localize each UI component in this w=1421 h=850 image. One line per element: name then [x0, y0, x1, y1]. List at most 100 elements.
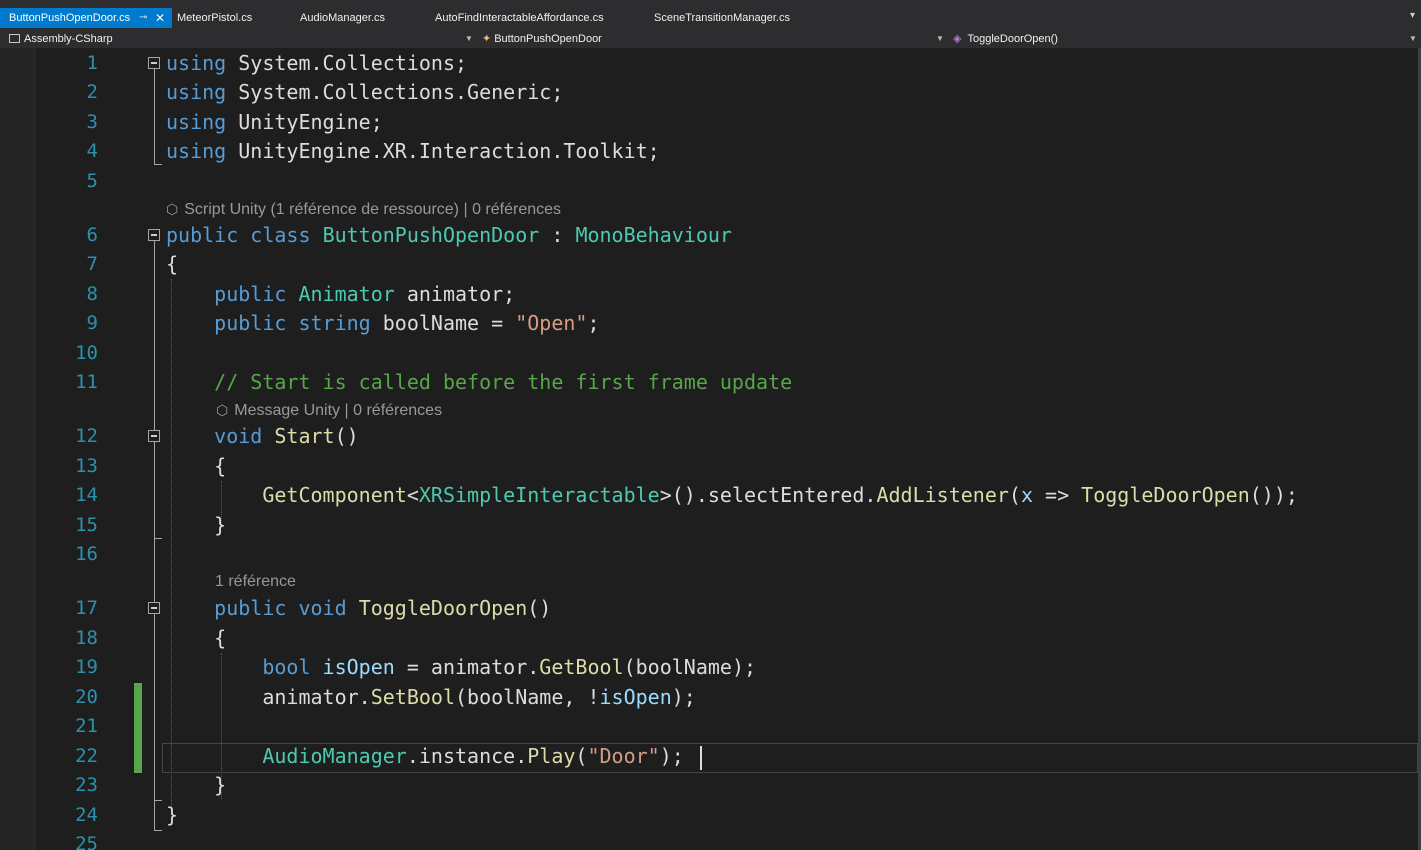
codelens-class-resource[interactable]: Script Unity (1 référence de ressource) — [184, 201, 459, 218]
code-token: System.Collections.Generic; — [226, 80, 564, 104]
code-token: ( — [1008, 483, 1021, 507]
code-token: // Start is called before the first fram… — [214, 370, 793, 394]
project-chevron-down-icon[interactable]: ▼ — [465, 30, 473, 48]
code-token: public — [214, 596, 287, 620]
code-token: ( — [575, 744, 588, 768]
code-line[interactable]: public Animator animator; — [166, 279, 515, 309]
code-token: (boolName); — [623, 655, 757, 679]
tab-scenetransitionmanager[interactable]: SceneTransitionManager.cs — [654, 8, 790, 28]
code-line[interactable]: using System.Collections; — [166, 48, 467, 78]
code-line[interactable]: using System.Collections.Generic; — [166, 77, 563, 107]
line-number: 7 — [86, 253, 98, 275]
codelens-separator: | — [463, 201, 468, 218]
code-token: = animator. — [394, 655, 540, 679]
code-token: Play — [527, 744, 576, 768]
tab-overflow-chevron-icon[interactable]: ▾ — [1410, 10, 1415, 21]
line-number: 23 — [75, 774, 98, 796]
tab-buttonpushopendoor[interactable]: ButtonPushOpenDoor.cs ⊸ ✕ — [0, 8, 172, 28]
code-line[interactable]: public class ButtonPushOpenDoor : MonoBe… — [166, 220, 732, 250]
code-line[interactable]: GetComponent<XRSimpleInteractable>().sel… — [166, 480, 1298, 510]
code-line[interactable]: } — [166, 800, 178, 830]
code-line[interactable]: AudioManager.instance.Play("Door"); — [166, 741, 683, 771]
code-token: MonoBehaviour — [575, 223, 732, 247]
project-dropdown[interactable]: Assembly-CSharp — [9, 30, 113, 48]
collapse-toggledooropen-icon[interactable] — [148, 602, 160, 614]
code-line[interactable]: // Start is called before the first fram… — [166, 367, 792, 397]
line-number: 9 — [86, 312, 98, 334]
code-line[interactable]: using UnityEngine; — [166, 107, 383, 137]
line-number: 18 — [75, 627, 98, 649]
code-token: { — [166, 454, 227, 478]
codelens-class-references[interactable]: 0 références — [472, 201, 561, 218]
close-icon[interactable]: ✕ — [155, 8, 165, 28]
code-token: SetBool — [370, 685, 455, 709]
code-token: "Door" — [587, 744, 660, 768]
collapse-start-icon[interactable] — [148, 430, 160, 442]
code-token: x — [1020, 483, 1033, 507]
code-token: Animator — [298, 282, 395, 306]
codelens-class[interactable]: ⬡ Script Unity (1 référence de ressource)… — [166, 197, 561, 221]
code-line[interactable]: void Start() — [166, 421, 359, 451]
line-number: 25 — [75, 833, 98, 850]
code-line[interactable]: using UnityEngine.XR.Interaction.Toolkit… — [166, 136, 660, 166]
code-token: { — [166, 252, 179, 276]
outline-end — [154, 830, 162, 831]
code-line[interactable]: { — [166, 623, 226, 653]
member-dropdown[interactable]: ◈ ToggleDoorOpen() — [953, 30, 1058, 48]
class-dropdown[interactable]: ✦ ButtonPushOpenDoor — [482, 30, 602, 48]
code-line[interactable]: } — [166, 510, 226, 540]
line-number: 15 — [75, 514, 98, 536]
line-number: 21 — [75, 715, 98, 737]
code-token: ; — [587, 311, 600, 335]
indicator-margin — [0, 48, 36, 850]
tab-audiomanager[interactable]: AudioManager.cs — [300, 8, 385, 28]
codelens-separator: | — [344, 402, 349, 419]
outline-end — [154, 800, 162, 801]
code-token: "Open" — [515, 311, 588, 335]
code-token: void — [298, 596, 347, 620]
class-label: ButtonPushOpenDoor — [494, 33, 602, 45]
cube-icon: ⬡ — [166, 201, 179, 217]
code-token: () — [527, 596, 552, 620]
tab-label: AudioManager.cs — [300, 12, 385, 24]
line-number: 2 — [86, 81, 98, 103]
code-editor[interactable]: ⬡ Script Unity (1 référence de ressource)… — [0, 48, 1421, 850]
line-number: 19 — [75, 656, 98, 678]
line-number: 1 — [86, 52, 98, 74]
code-line[interactable]: { — [166, 451, 226, 481]
code-line[interactable]: public void ToggleDoorOpen() — [166, 593, 551, 623]
pin-icon[interactable]: ⊸ — [139, 8, 147, 28]
codelens-start-message[interactable]: Message Unity — [234, 402, 340, 419]
line-number: 10 — [75, 342, 98, 364]
code-line[interactable]: } — [166, 770, 226, 800]
tab-autofindinteractableaffordance[interactable]: AutoFindInteractableAffordance.cs — [435, 8, 604, 28]
line-number: 13 — [75, 455, 98, 477]
codelens-toggledooropen[interactable]: 1 référence — [215, 570, 296, 594]
class-chevron-down-icon[interactable]: ▼ — [936, 30, 944, 48]
tab-meteorpistol[interactable]: MeteorPistol.cs — [177, 8, 252, 28]
code-line[interactable]: { — [166, 249, 178, 279]
outline-end — [154, 164, 162, 165]
codelens-start-references[interactable]: 0 références — [353, 402, 442, 419]
codelens-toggle-references[interactable]: 1 référence — [215, 573, 296, 590]
code-line[interactable]: animator.SetBool(boolName, !isOpen); — [166, 682, 696, 712]
code-line[interactable]: bool isOpen = animator.GetBool(boolName)… — [166, 652, 756, 682]
code-token: } — [166, 773, 227, 797]
indent-guide — [171, 279, 172, 819]
line-number: 22 — [75, 745, 98, 767]
code-token: < — [406, 483, 419, 507]
code-line[interactable]: public string boolName = "Open"; — [166, 308, 600, 338]
code-token: void — [214, 424, 263, 448]
code-token: ButtonPushOpenDoor — [322, 223, 540, 247]
collapse-class-icon[interactable] — [148, 229, 160, 241]
member-chevron-down-icon[interactable]: ▼ — [1409, 30, 1417, 48]
line-number: 16 — [75, 543, 98, 565]
codelens-start[interactable]: ⬡ Message Unity | 0 références — [216, 398, 442, 422]
collapse-using-icon[interactable] — [148, 57, 160, 69]
